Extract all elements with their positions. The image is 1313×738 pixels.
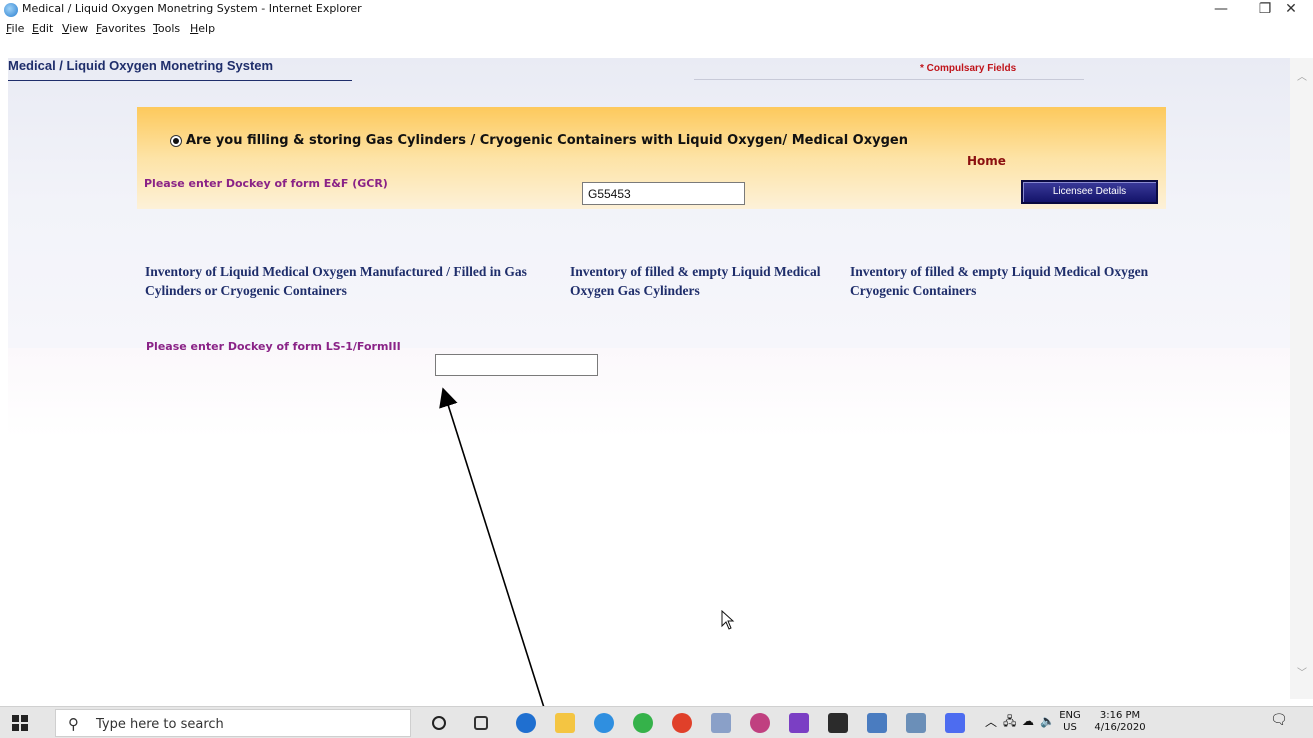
- menu-favorites[interactable]: Favorites: [96, 22, 146, 35]
- internet-explorer-taskbar-icon[interactable]: [594, 713, 614, 733]
- menu-help[interactable]: Help: [190, 22, 215, 35]
- page-background-lower: [8, 348, 1292, 438]
- language-indicator[interactable]: ENG US: [1057, 710, 1083, 734]
- edge-legacy-icon[interactable]: [516, 713, 536, 733]
- clock-time: 3:16 PM: [1099, 710, 1141, 721]
- vb-icon[interactable]: [945, 713, 965, 733]
- clock[interactable]: 3:16 PM 4/16/2020: [1091, 710, 1149, 734]
- chrome-icon[interactable]: [672, 713, 692, 733]
- title-underline: [8, 80, 352, 81]
- close-button[interactable]: ✕: [1269, 0, 1313, 20]
- taskbar-search-placeholder: Type here to search: [96, 717, 224, 732]
- ef-dockey-label: Please enter Dockey of form E&F (GCR): [144, 177, 388, 190]
- internet-explorer-icon: [4, 3, 18, 17]
- home-link[interactable]: Home: [967, 154, 1006, 168]
- region-code: US: [1063, 722, 1077, 733]
- ls-dockey-label: Please enter Dockey of form LS-1/FormIII: [146, 340, 401, 353]
- app-icon-1[interactable]: [711, 713, 731, 733]
- edge-chromium-icon[interactable]: [633, 713, 653, 733]
- menu-bar: File Edit View Favorites Tools Help: [0, 21, 1313, 37]
- menu-file[interactable]: File: [6, 22, 24, 35]
- inventory-manufactured-link[interactable]: Inventory of Liquid Medical Oxygen Manuf…: [145, 262, 565, 300]
- page-title: Medical / Liquid Oxygen Monetring System: [8, 58, 274, 73]
- tray-chevron-icon[interactable]: ︿: [985, 716, 997, 728]
- filling-question-panel: Are you filling & storing Gas Cylinders …: [137, 107, 1166, 209]
- windows-taskbar: ⚲ Type here to search ︿ 🖧 ☁ 🔈 ENG US 3:1…: [0, 706, 1313, 738]
- language-code: ENG: [1059, 710, 1081, 721]
- menu-view[interactable]: View: [62, 22, 88, 35]
- filling-radio-button[interactable]: [170, 135, 182, 147]
- inventory-cryogenic-containers-link[interactable]: Inventory of filled & empty Liquid Medic…: [850, 262, 1170, 300]
- volume-icon[interactable]: 🔈: [1040, 715, 1055, 727]
- mouse-pointer-icon: [721, 610, 735, 630]
- licensee-details-button[interactable]: Licensee Details: [1021, 180, 1158, 204]
- app-icon-3[interactable]: [828, 713, 848, 733]
- app-icon-2[interactable]: [750, 713, 770, 733]
- onedrive-icon[interactable]: ☁: [1022, 715, 1034, 727]
- app-icon-4[interactable]: [867, 713, 887, 733]
- taskbar-search-box[interactable]: ⚲ Type here to search: [55, 709, 411, 737]
- app-icon-5[interactable]: [906, 713, 926, 733]
- vertical-scrollbar[interactable]: ︿ ﹀: [1290, 58, 1313, 699]
- inventory-gas-cylinders-link[interactable]: Inventory of filled & empty Liquid Medic…: [570, 262, 830, 300]
- compulsory-fields-note: * Compulsary Fields: [920, 63, 1017, 74]
- title-bar: Medical / Liquid Oxygen Monetring System…: [0, 0, 1313, 20]
- page-content: Medical / Liquid Oxygen Monetring System…: [8, 58, 1292, 699]
- network-icon[interactable]: 🖧: [1003, 715, 1016, 727]
- filling-question-label: Are you filling & storing Gas Cylinders …: [186, 133, 908, 148]
- compulsory-underline: [694, 79, 1084, 80]
- minimize-button[interactable]: —: [1199, 0, 1243, 20]
- ef-dockey-input[interactable]: G55453: [582, 182, 745, 205]
- windows-start-icon[interactable]: [12, 715, 28, 731]
- search-icon: ⚲: [68, 715, 79, 733]
- scroll-down-icon[interactable]: ﹀: [1296, 668, 1308, 680]
- visual-studio-icon[interactable]: [789, 713, 809, 733]
- cortana-icon[interactable]: [432, 716, 446, 730]
- menu-edit[interactable]: Edit: [32, 22, 53, 35]
- task-view-icon[interactable]: [474, 716, 488, 730]
- menu-tools[interactable]: Tools: [153, 22, 180, 35]
- file-explorer-icon[interactable]: [555, 713, 575, 733]
- window-title: Medical / Liquid Oxygen Monetring System…: [22, 2, 362, 15]
- notifications-icon[interactable]: 🗨: [1270, 713, 1288, 727]
- clock-date: 4/16/2020: [1094, 722, 1146, 733]
- ls-dockey-input[interactable]: [435, 354, 598, 376]
- scroll-up-icon[interactable]: ︿: [1296, 72, 1308, 84]
